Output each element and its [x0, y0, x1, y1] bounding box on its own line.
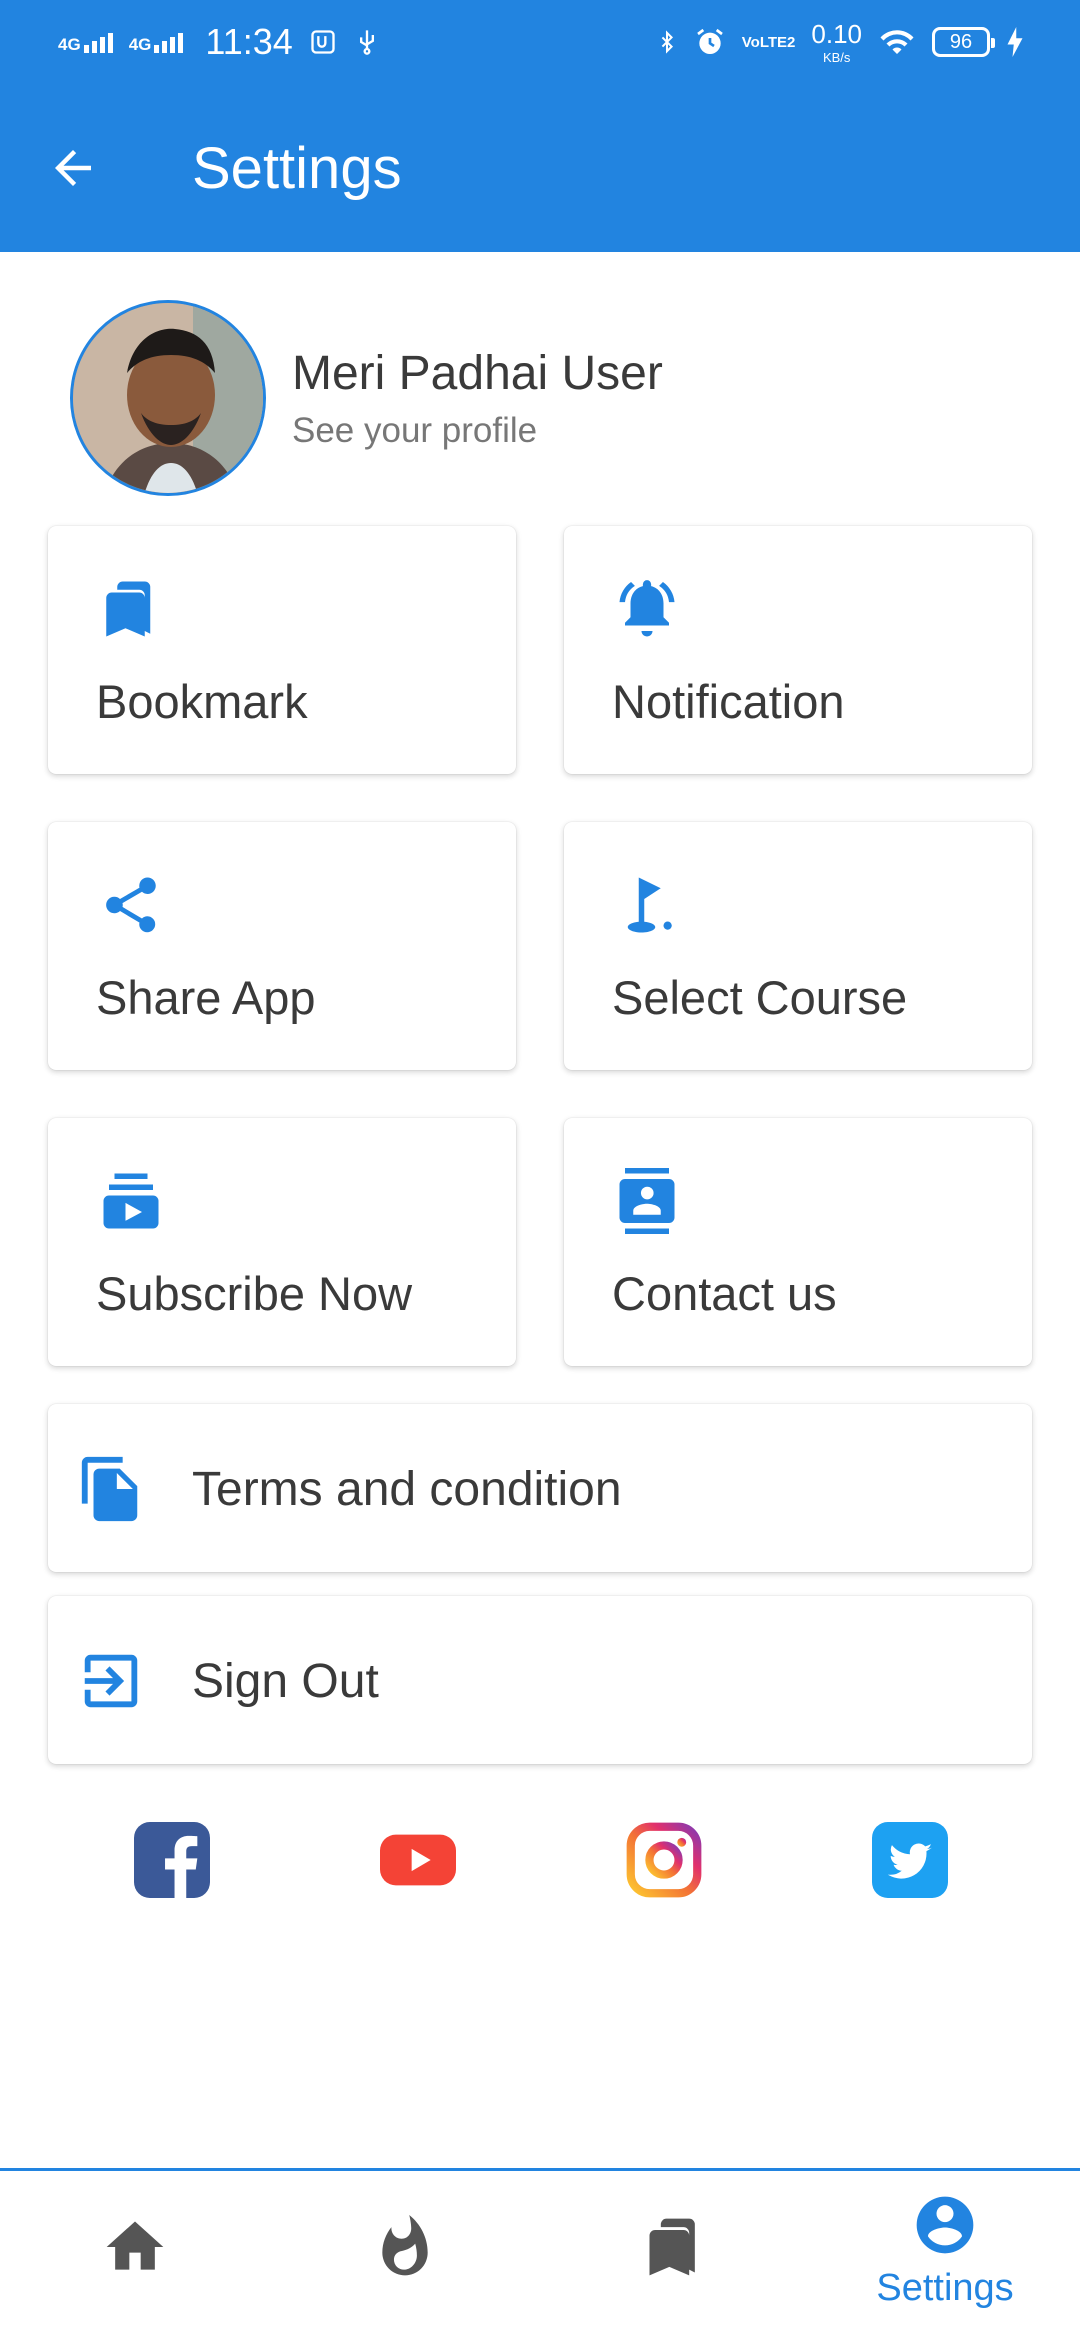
page-title: Settings: [192, 135, 402, 201]
bookmark-label: Bookmark: [96, 675, 308, 728]
notification-label: Notification: [612, 675, 845, 728]
bell-icon: [619, 580, 675, 637]
avatar-photo: [73, 303, 263, 493]
network-speed: 0.10 KB/s: [811, 21, 862, 64]
select-course-label: Select Course: [612, 971, 908, 1024]
bookmarks-icon: [649, 2218, 695, 2276]
file-copy-icon: [81, 1456, 138, 1522]
contact-us-card[interactable]: Contact us: [564, 1118, 1032, 1366]
usb-icon: [359, 30, 374, 55]
status-bar: 4G 4G 11:34 VoLTE2 0.10 KB/s 96: [0, 0, 1080, 84]
golf-flag-icon: [627, 877, 672, 933]
bookmark-card[interactable]: Bookmark: [48, 526, 516, 774]
back-button[interactable]: [36, 131, 110, 205]
facebook-icon[interactable]: [134, 1822, 210, 1898]
contact-us-label: Contact us: [612, 1267, 837, 1320]
nav-trending[interactable]: [270, 2171, 540, 2340]
account-icon: [916, 2196, 974, 2254]
alarm-icon: [696, 28, 723, 54]
clock: 11:34: [205, 21, 293, 62]
notification-card[interactable]: Notification: [564, 526, 1032, 774]
share-app-card[interactable]: Share App: [48, 822, 516, 1070]
subscriptions-icon: [103, 1173, 159, 1229]
subscribe-now-card[interactable]: Subscribe Now: [48, 1118, 516, 1366]
instagram-icon[interactable]: [626, 1822, 702, 1898]
profile-text: Meri Padhai User See your profile: [292, 346, 663, 451]
signal-bars-icon: [154, 31, 184, 53]
avatar[interactable]: [70, 300, 266, 496]
bookmark-icon: [106, 581, 151, 637]
nav-settings[interactable]: Settings: [810, 2171, 1080, 2340]
subscribe-now-label: Subscribe Now: [96, 1267, 413, 1320]
title-bar: Settings: [0, 84, 1080, 252]
nav-settings-label: Settings: [876, 2267, 1014, 2309]
speed-unit: KB/s: [822, 49, 851, 65]
terms-row[interactable]: Terms and condition: [48, 1404, 1032, 1572]
data-saver-icon: [311, 30, 335, 54]
app-bar: 4G 4G 11:34 VoLTE2 0.10 KB/s 96 Settings: [0, 0, 1080, 252]
charging-icon: [1007, 27, 1023, 57]
youtube-icon[interactable]: [380, 1822, 456, 1898]
network-type-2: 4G: [128, 35, 152, 54]
select-course-card[interactable]: Select Course: [564, 822, 1032, 1070]
bluetooth-icon: [661, 30, 673, 54]
profile-header[interactable]: Meri Padhai User See your profile: [70, 300, 663, 496]
exit-icon: [84, 1654, 138, 1708]
signal-2: 4G: [129, 31, 184, 53]
nav-bookmarks[interactable]: [540, 2171, 810, 2340]
arrow-left-icon: [55, 150, 91, 186]
sign-out-label: Sign Out: [192, 1655, 379, 1708]
contact-card-icon: [619, 1168, 675, 1234]
battery-indicator: 96: [932, 27, 995, 57]
speed-value: 0.10: [811, 18, 862, 49]
terms-label: Terms and condition: [192, 1463, 622, 1516]
sign-out-row[interactable]: Sign Out: [48, 1596, 1032, 1764]
share-app-label: Share App: [96, 971, 316, 1024]
signal-bars-icon: [83, 31, 113, 53]
home-icon: [106, 2221, 164, 2270]
battery-level: 96: [949, 30, 973, 53]
wifi-icon: [880, 30, 914, 54]
twitter-icon[interactable]: [872, 1822, 948, 1898]
profile-name: Meri Padhai User: [292, 346, 663, 400]
flame-icon: [382, 2214, 428, 2276]
share-icon: [106, 877, 156, 933]
profile-link[interactable]: See your profile: [292, 411, 663, 451]
signal-1: 4G: [58, 31, 113, 53]
volte-indicator: VoLTE2: [741, 33, 796, 51]
network-type-1: 4G: [58, 35, 81, 54]
bottom-navigation: Settings: [0, 2168, 1080, 2340]
nav-home[interactable]: [0, 2171, 270, 2340]
